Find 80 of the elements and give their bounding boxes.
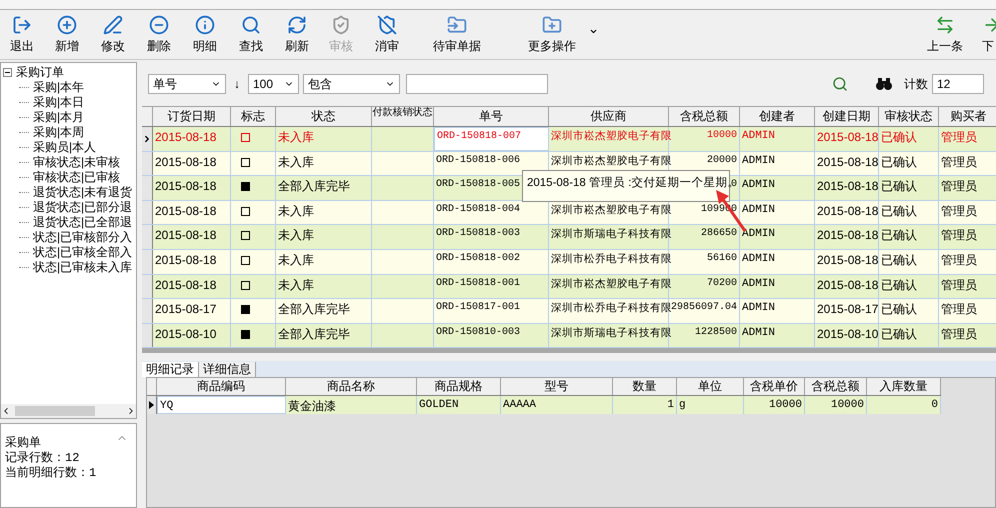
table-cell: 已确认: [879, 324, 939, 348]
table-cell: g: [677, 396, 744, 414]
table-cell: 深圳市松乔电子科技有限: [549, 299, 669, 323]
table-cell: 2015-08-17: [153, 299, 231, 323]
table-cell: 10000: [805, 396, 867, 414]
table-cell: 管理员: [939, 250, 996, 274]
table-cell: ADMIN: [740, 324, 815, 348]
table-cell: 未入库: [276, 250, 372, 274]
table-cell: ADMIN: [740, 274, 815, 298]
table-cell: ADMIN: [740, 200, 815, 224]
table-cell: 深圳市斯瑞电子科技有限: [549, 225, 669, 249]
info-text: 记录行数：12: [5, 451, 80, 466]
table-cell: 已确认: [879, 200, 939, 224]
table-cell: 2015-08-17: [815, 299, 879, 323]
table-cell: 已确认: [879, 152, 939, 176]
table-cell: ORD-150818-007: [434, 127, 549, 151]
table-cell: 深圳市崧杰塑胶电子有限: [549, 127, 669, 151]
table-cell: 2015-08-18: [153, 176, 231, 200]
table-cell: 2015-08-18: [815, 274, 879, 298]
table-cell: 未入库: [276, 200, 372, 224]
table-cell: 管理员: [939, 324, 996, 348]
table-cell: 已确认: [879, 127, 939, 151]
table-cell: ADMIN: [740, 152, 815, 176]
table-cell: 管理员: [939, 274, 996, 298]
table-cell: ORD-150818-001: [434, 274, 549, 298]
table-cell: 管理员: [939, 200, 996, 224]
table-cell: 全部入库完毕: [276, 176, 372, 200]
table-cell: YQ: [157, 396, 286, 414]
table-cell: 2015-08-18: [815, 200, 879, 224]
table-cell: 管理员: [939, 299, 996, 323]
table-cell: 深圳市松乔电子科技有限: [549, 250, 669, 274]
table-cell: 1: [613, 396, 677, 414]
table-cell: 2015-08-18: [153, 200, 231, 224]
table-cell: 已确认: [879, 250, 939, 274]
table-cell: ADMIN: [740, 127, 815, 151]
table-cell: 0: [867, 396, 941, 414]
table-cell: 全部入库完毕: [276, 324, 372, 348]
table-cell: ORD-150818-003: [434, 225, 549, 249]
table-cell: ADMIN: [740, 225, 815, 249]
tooltip: 2015-08-18 管理员 :交付延期一个星期。: [522, 170, 730, 202]
count-label: 计数: [904, 76, 928, 93]
table-cell: 管理员: [939, 176, 996, 200]
table-cell: AAAAA: [501, 396, 613, 414]
table-cell: 管理员: [939, 127, 996, 151]
table-cell: 2015-08-10: [815, 324, 879, 348]
table-cell: 2015-08-10: [153, 324, 231, 348]
table-cell: 2015-08-18: [815, 225, 879, 249]
table-cell: 已确认: [879, 176, 939, 200]
table-cell: GOLDEN: [417, 396, 501, 414]
table-cell: 已确认: [879, 299, 939, 323]
table-cell: 2015-08-18: [153, 250, 231, 274]
table-cell: ADMIN: [740, 299, 815, 323]
table-cell: 管理员: [939, 152, 996, 176]
table-cell: 未入库: [276, 225, 372, 249]
table-cell: ORD-150818-002: [434, 250, 549, 274]
table-cell: 2015-08-18: [153, 152, 231, 176]
table-cell: 未入库: [276, 152, 372, 176]
table-cell: 管理员: [939, 225, 996, 249]
info-text: 采购单: [5, 436, 41, 451]
table-cell: 深圳市崧杰塑胶电子有限: [549, 274, 669, 298]
table-cell: 10000: [744, 396, 805, 414]
table-cell: 未入库: [276, 127, 372, 151]
table-cell: 未入库: [276, 274, 372, 298]
table-cell: 2015-08-18: [815, 127, 879, 151]
table-cell: 黄金油漆: [286, 396, 417, 414]
table-cell: 深圳市斯瑞电子科技有限: [549, 324, 669, 348]
table-cell: 已确认: [879, 274, 939, 298]
table-cell: 2015-08-18: [815, 250, 879, 274]
table-cell: 已确认: [879, 225, 939, 249]
table-cell: 2015-08-18: [815, 152, 879, 176]
table-cell: ADMIN: [740, 250, 815, 274]
table-cell: ORD-150810-003: [434, 324, 549, 348]
table-cell: 2015-08-18: [153, 127, 231, 151]
table-cell: 2015-08-18: [815, 176, 879, 200]
table-cell: ORD-150817-001: [434, 299, 549, 323]
table-cell: ADMIN: [740, 176, 815, 200]
table-cell: 2015-08-18: [153, 225, 231, 249]
info-text: 当前明细行数：1: [5, 466, 96, 481]
table-cell: 全部入库完毕: [276, 299, 372, 323]
table-cell: 2015-08-18: [153, 274, 231, 298]
